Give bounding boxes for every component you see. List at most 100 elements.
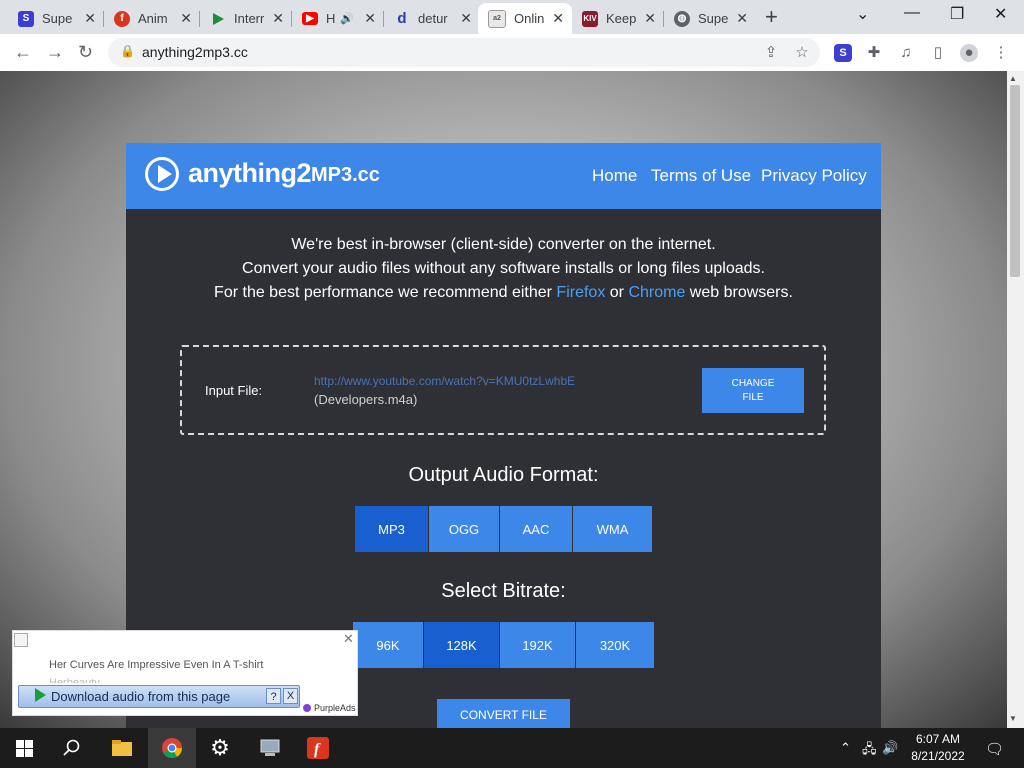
purpleads-logo-icon	[303, 704, 311, 712]
close-icon[interactable]: ✕	[552, 10, 564, 27]
computer-app-icon[interactable]	[246, 728, 294, 768]
nav-privacy-policy[interactable]: Privacy Policy	[761, 166, 867, 186]
file-explorer-icon[interactable]	[98, 728, 146, 768]
purpleads-label[interactable]: PurpleAds	[314, 703, 356, 713]
input-file-url[interactable]: http://www.youtube.com/watch?v=KMU0tzLwh…	[314, 374, 575, 388]
window-close-icon[interactable]: ✕	[994, 4, 1007, 24]
globe-icon: ◍	[674, 10, 690, 27]
intro-or: or	[605, 284, 629, 301]
lock-icon[interactable]: 🔒	[120, 44, 135, 58]
super-icon: S	[18, 10, 34, 27]
download-play-icon	[35, 688, 46, 702]
bookmark-star-icon[interactable]: ☆	[793, 44, 811, 62]
tab-search-chevron-icon[interactable]: ⌄	[856, 4, 869, 24]
super-extension-icon[interactable]: S	[834, 44, 852, 62]
settings-gear-icon[interactable]: ⚙	[196, 728, 244, 768]
intro-line-3-post: web browsers.	[685, 284, 793, 301]
profile-avatar-icon[interactable]: ●	[960, 44, 978, 62]
tab-online-active[interactable]: a2 Onlin ✕	[478, 3, 572, 34]
gear-glyph: ⚙	[210, 735, 230, 760]
audio-playing-icon[interactable]: 🔊	[340, 12, 354, 25]
share-icon[interactable]: ⇪	[762, 44, 780, 62]
ad-close-icon[interactable]: ✕	[343, 631, 354, 647]
close-icon[interactable]: ✕	[180, 10, 192, 27]
bitrate-128k-button[interactable]: 128K	[424, 622, 499, 668]
tab-anim[interactable]: f Anim ✕	[104, 3, 200, 34]
format-ogg-button[interactable]: OGG	[429, 506, 499, 552]
logo-suffix[interactable]: MP3.cc	[311, 164, 380, 187]
intro-line-1: We're best in-browser (client-side) conv…	[291, 236, 716, 253]
a2m-icon: a2	[488, 9, 506, 28]
scroll-up-arrow-icon[interactable]: ▲	[1009, 74, 1017, 83]
bitrate-title: Select Bitrate:	[441, 580, 566, 602]
taskbar-clock[interactable]: 6:07 AM 8/21/2022	[900, 731, 976, 765]
intro-line-3-pre: For the best performance we recommend ei…	[214, 284, 557, 301]
close-icon[interactable]: ✕	[364, 10, 376, 27]
flash-icon: f	[114, 10, 130, 27]
search-icon[interactable]	[48, 728, 96, 768]
download-bar-close-button[interactable]: X	[283, 688, 298, 704]
broken-image-icon	[14, 633, 28, 647]
tab-label: Onlin	[514, 11, 544, 26]
clock-date: 8/21/2022	[911, 749, 965, 763]
scrollbar-thumb[interactable]	[1010, 85, 1020, 277]
format-aac-button[interactable]: AAC	[500, 506, 572, 552]
media-control-icon[interactable]: ♫	[897, 44, 915, 62]
format-wma-button[interactable]: WMA	[573, 506, 652, 552]
close-icon[interactable]: ✕	[736, 10, 748, 27]
minimize-icon[interactable]: —	[904, 4, 920, 22]
tab-detur[interactable]: d detur ✕	[384, 3, 480, 34]
ad-headline[interactable]: Her Curves Are Impressive Even In A T-sh…	[49, 659, 263, 671]
notifications-icon[interactable]: 🗨	[985, 740, 1004, 758]
tab-label: Super	[42, 11, 72, 26]
side-panel-icon[interactable]: ▯	[929, 44, 947, 62]
tab-label: Keep	[606, 11, 636, 26]
close-icon[interactable]: ✕	[460, 10, 472, 27]
ad-source: Herbeauty	[49, 677, 100, 683]
reload-icon[interactable]: ↻	[78, 42, 93, 63]
extensions-puzzle-icon[interactable]: ✚	[865, 44, 883, 62]
tab-keep[interactable]: KIV Keep ✕	[572, 3, 664, 34]
tab-supe[interactable]: ◍ Supe ✕	[664, 3, 756, 34]
tab-super[interactable]: S Super ✕	[8, 3, 104, 34]
nav-home[interactable]: Home	[592, 166, 637, 186]
tab-youtube[interactable]: ▶ H 🔊 ✕	[292, 3, 384, 34]
close-icon[interactable]: ✕	[644, 10, 656, 27]
download-audio-label[interactable]: Download audio from this page	[51, 689, 230, 704]
close-icon[interactable]: ✕	[272, 10, 284, 27]
tab-label: Supe	[698, 11, 728, 26]
bitrate-320k-button[interactable]: 320K	[576, 622, 654, 668]
back-arrow-icon[interactable]: ←	[14, 42, 32, 63]
bitrate-192k-button[interactable]: 192K	[500, 622, 575, 668]
help-button[interactable]: ?	[266, 688, 281, 704]
windows-start-icon[interactable]	[0, 728, 48, 768]
nav-terms-of-use[interactable]: Terms of Use	[651, 166, 751, 186]
intro-line-3: For the best performance we recommend ei…	[126, 284, 881, 302]
scroll-down-arrow-icon[interactable]: ▼	[1009, 714, 1017, 723]
tab-label: detur	[418, 11, 448, 26]
url-text[interactable]: anything2mp3.cc	[142, 44, 248, 60]
flash-player-icon[interactable]: f	[294, 728, 342, 768]
change-file-button[interactable]: CHANGE FILE	[702, 368, 804, 413]
tab-label: H	[326, 11, 336, 26]
tab-label: Interr	[234, 11, 264, 26]
input-file-name: (Developers.m4a)	[314, 392, 418, 407]
tray-chevron-up-icon[interactable]: ⌃	[840, 740, 851, 756]
bitrate-96k-button[interactable]: 96K	[353, 622, 423, 668]
change-file-label: CHANGE FILE	[731, 377, 775, 403]
chrome-link[interactable]: Chrome	[628, 284, 685, 301]
chrome-icon[interactable]	[148, 728, 196, 768]
volume-icon[interactable]: 🔊	[882, 740, 898, 756]
firefox-link[interactable]: Firefox	[556, 284, 605, 301]
close-icon[interactable]: ✕	[84, 10, 96, 27]
intro-line-2: Convert your audio files without any sof…	[242, 260, 765, 277]
forward-arrow-icon[interactable]: →	[46, 42, 64, 63]
format-mp3-button[interactable]: MP3	[355, 506, 428, 552]
logo-text[interactable]: anything2	[188, 158, 312, 189]
tab-interr[interactable]: Interr ✕	[200, 3, 292, 34]
new-tab-plus-icon[interactable]: +	[765, 4, 778, 30]
convert-file-button[interactable]: CONVERT FILE	[437, 699, 570, 731]
network-icon[interactable]: 🖧	[862, 740, 877, 762]
restore-icon[interactable]: ❐	[950, 4, 964, 24]
menu-kebab-icon[interactable]: ⋮	[992, 44, 1010, 62]
